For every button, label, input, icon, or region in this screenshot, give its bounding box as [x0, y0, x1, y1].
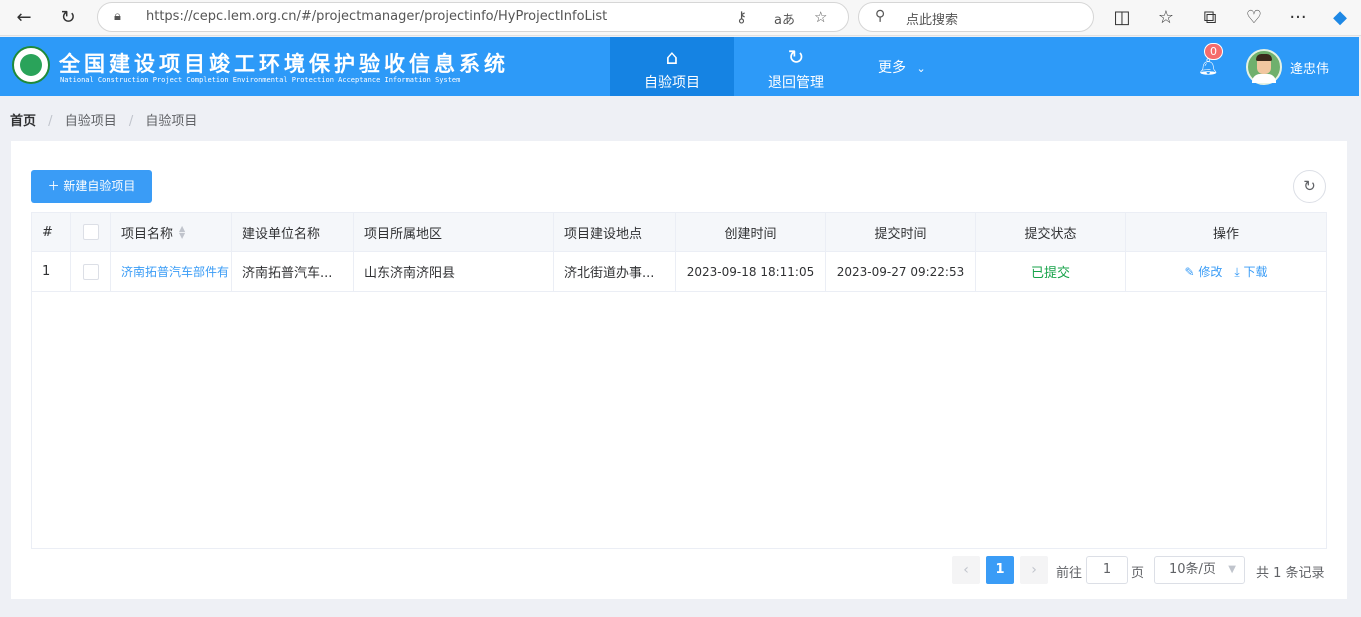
refresh-icon: ↻	[1303, 177, 1316, 195]
goto-suffix: 页	[1131, 566, 1145, 581]
app-header: 全国建设项目竣工环境保护验收信息系统 National Construction…	[0, 37, 1359, 96]
chevron-down-icon: ⌄	[916, 62, 926, 75]
edit-icon: ✎	[1184, 265, 1195, 279]
read-aloud-icon[interactable]: aあ	[774, 9, 795, 28]
prev-page-button[interactable]: ‹	[952, 556, 980, 584]
col-status: 提交状态	[976, 213, 1126, 251]
nav-return-management[interactable]: ↻ 退回管理	[734, 37, 858, 96]
back-arrow-icon[interactable]: ←	[12, 6, 36, 30]
notification-badge: 0	[1204, 43, 1223, 60]
select-all-checkbox[interactable]	[82, 224, 99, 240]
next-page-button[interactable]: ›	[1020, 556, 1048, 584]
chevron-right-icon: ›	[1031, 562, 1037, 578]
col-select-all	[71, 213, 111, 251]
row-created: 2023-09-18 18:11:05	[676, 252, 826, 291]
download-button[interactable]: ⤓ 下载	[1234, 263, 1267, 280]
new-project-button[interactable]: ＋ 新建自验项目	[31, 170, 152, 203]
table-row: 1 济南拓普汽车部件有 济南拓普汽车... 山东济南济阳县 济北街道办事... …	[32, 252, 1326, 292]
download-icon: ⤓	[1234, 265, 1240, 279]
breadcrumb-item[interactable]: 自验项目	[65, 114, 117, 129]
col-actions: 操作	[1212, 226, 1239, 242]
plus-icon: ＋	[47, 179, 60, 193]
row-status: 已提交	[976, 252, 1126, 291]
key-icon[interactable]: ⚷	[736, 8, 747, 26]
nav-label: 自验项目	[644, 75, 700, 91]
row-submitted: 2023-09-27 09:22:53	[826, 252, 976, 291]
breadcrumb-separator: /	[128, 114, 134, 129]
col-builder: 建设单位名称	[232, 213, 354, 251]
page-number-current[interactable]: 1	[986, 556, 1014, 584]
row-project-name: 济南拓普汽车部件有	[111, 252, 232, 291]
reload-icon[interactable]: ↻	[56, 6, 80, 30]
col-project-name-label: 项目名称	[121, 226, 174, 242]
star-icon[interactable]: ☆	[814, 8, 827, 26]
edit-label: 修改	[1198, 265, 1223, 279]
system-title: 全国建设项目竣工环境保护验收信息系统	[59, 51, 509, 76]
copilot-icon[interactable]: ◆	[1328, 6, 1352, 30]
caret-down-icon: ▼	[1228, 564, 1236, 575]
favorites-icon[interactable]: ☆	[1154, 6, 1178, 30]
breadcrumb: 首页 / 自验项目 / 自验项目	[10, 110, 197, 129]
row-select	[71, 252, 111, 291]
breadcrumb-home[interactable]: 首页	[10, 114, 36, 129]
row-checkbox[interactable]	[82, 263, 99, 280]
edit-button[interactable]: ✎ 修改	[1184, 263, 1222, 280]
nav-more[interactable]: 更多 ⌄	[878, 57, 926, 77]
nav-label: 退回管理	[768, 75, 824, 91]
search-icon: ⚲	[875, 8, 886, 24]
breadcrumb-item: 自验项目	[145, 114, 198, 129]
logo-icon	[12, 46, 50, 84]
col-region: 项目所属地区	[354, 213, 554, 251]
page-size-value: 10条/页	[1169, 562, 1216, 577]
browser-search-box[interactable]: ⚲ 点此搜索	[858, 2, 1094, 32]
search-placeholder: 点此搜索	[906, 13, 959, 28]
row-builder: 济南拓普汽车...	[232, 252, 354, 291]
refresh-button[interactable]: ↻	[1293, 170, 1326, 203]
nav-self-inspection[interactable]: ⌂ 自验项目	[610, 37, 734, 96]
goto-page-input[interactable]: 1	[1086, 556, 1128, 584]
url-text[interactable]: https://cepc.lem.org.cn/#/projectmanager…	[146, 9, 607, 24]
system-subtitle: National Construction Project Completion…	[60, 76, 461, 84]
nav-more-label: 更多	[878, 60, 906, 76]
table-header: # 项目名称 ▲ ▼ 建设单位名称 项目所属地区 项目建设地点 创建时间 提交时间…	[32, 213, 1326, 252]
goto-prefix: 前往	[1056, 566, 1083, 581]
browser-essentials-icon[interactable]: ♡	[1242, 6, 1266, 30]
chevron-left-icon: ‹	[963, 562, 969, 578]
col-location: 项目建设地点	[554, 213, 676, 251]
new-project-label: 新建自验项目	[63, 179, 136, 193]
download-label: 下载	[1243, 265, 1268, 279]
col-index: #	[32, 213, 71, 251]
col-created: 创建时间	[676, 213, 826, 251]
browser-toolbar: ← ↻ 🔒︎ https://cepc.lem.org.cn/#/project…	[0, 0, 1361, 36]
lock-icon[interactable]: 🔒︎	[114, 9, 121, 24]
project-table: # 项目名称 ▲ ▼ 建设单位名称 项目所属地区 项目建设地点 创建时间 提交时间…	[31, 212, 1327, 549]
total-records: 共 1 条记录	[1256, 566, 1325, 581]
username[interactable]: 逄忠伟	[1290, 58, 1329, 77]
collections-icon[interactable]: ⧉	[1198, 6, 1222, 30]
sort-icon[interactable]: ▲ ▼	[179, 225, 185, 240]
project-name-link[interactable]: 济南拓普汽车部件有	[121, 263, 229, 280]
row-actions: ✎ 修改 ⤓ 下载	[1126, 252, 1326, 291]
undo-icon: ↻	[787, 45, 805, 69]
address-bar[interactable]: 🔒︎ https://cepc.lem.org.cn/#/projectmana…	[97, 2, 849, 32]
breadcrumb-separator: /	[48, 114, 53, 129]
col-submitted: 提交时间	[826, 213, 976, 251]
home-icon: ⌂	[665, 45, 679, 69]
split-screen-icon[interactable]: ◫	[1110, 6, 1134, 30]
avatar[interactable]	[1246, 49, 1282, 85]
page-size-select[interactable]: 10条/页 ▼	[1154, 556, 1245, 584]
status-badge: 已提交	[1030, 266, 1070, 281]
row-location: 济北街道办事...	[554, 252, 676, 291]
col-project-name[interactable]: 项目名称 ▲ ▼	[111, 213, 232, 251]
row-region: 山东济南济阳县	[354, 252, 554, 291]
row-index: 1	[32, 252, 71, 291]
more-menu-icon[interactable]: ···	[1286, 6, 1310, 30]
